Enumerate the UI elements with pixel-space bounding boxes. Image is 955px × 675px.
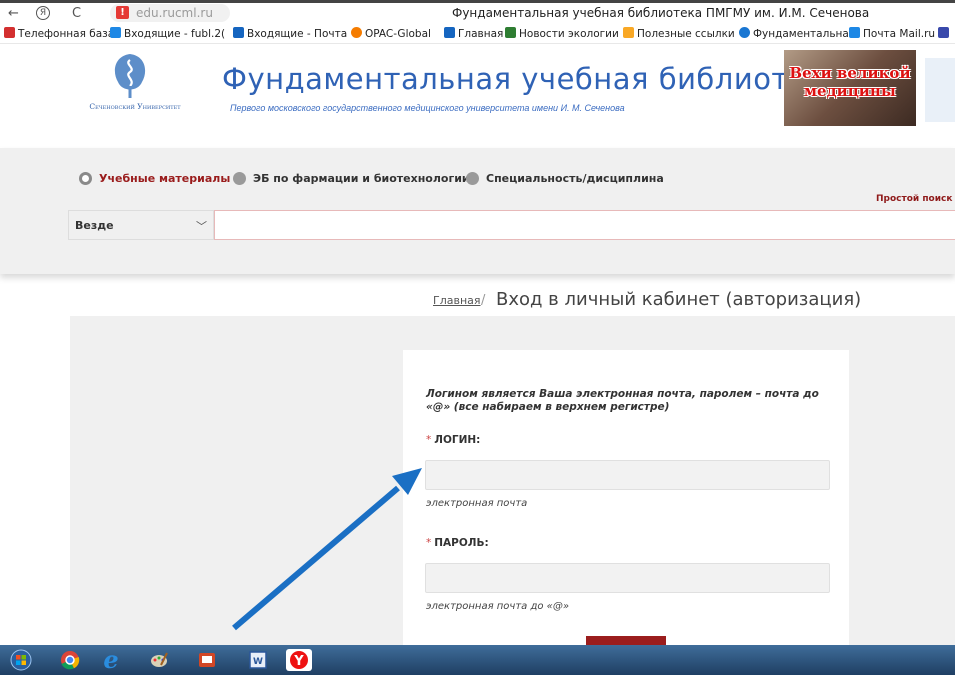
- medicine-milestones-banner[interactable]: Вехи великой медицины: [784, 50, 916, 126]
- bookmark-label: Полезные ссылки: [637, 28, 735, 40]
- bookmark-label: Телефонная база: [18, 28, 115, 40]
- radio-label-specialty[interactable]: Специальность/дисциплина: [486, 172, 664, 185]
- bookmark-item[interactable]: Новости экологии: [505, 27, 619, 40]
- yandex-icon[interactable]: Я: [36, 6, 50, 20]
- bookmark-favicon-icon: [938, 27, 949, 38]
- breadcrumb-home-link[interactable]: Главная: [433, 294, 481, 307]
- login-label: * ЛОГИН:: [426, 434, 480, 446]
- presentation-icon[interactable]: [194, 649, 220, 671]
- bookmark-favicon-icon: [444, 27, 455, 38]
- bookmark-label: Почта Mail.ru: [863, 28, 936, 40]
- browser-toolbar: ← Я C ! edu.rucml.ru Фундаментальная уче…: [0, 0, 955, 24]
- bookmark-label: Новости экологии: [519, 28, 619, 40]
- password-label: * ПАРОЛЬ:: [426, 537, 489, 549]
- windows-start-icon[interactable]: [8, 649, 34, 671]
- bookmark-label: OPAC-Global: [365, 28, 431, 40]
- radio-study-materials[interactable]: [79, 172, 92, 185]
- bookmark-item[interactable]: Почта Mail.ru: [849, 27, 935, 40]
- bookmark-favicon-icon: [233, 27, 244, 38]
- search-scope-select[interactable]: Везде ﹀: [68, 210, 214, 240]
- window-top-border: [0, 0, 955, 3]
- bookmark-favicon-icon: [739, 27, 750, 38]
- banner-line-1: Вехи великой: [789, 64, 911, 82]
- bookmark-item[interactable]: Входящие - fubl.2(: [110, 27, 225, 40]
- site-title: Фундаментальная учебная библиотека: [222, 62, 844, 96]
- internet-explorer-icon[interactable]: e: [98, 648, 124, 672]
- radio-pharmacy-ebs[interactable]: [233, 172, 246, 185]
- word-icon[interactable]: W: [245, 649, 271, 671]
- required-marker: *: [426, 537, 432, 549]
- password-label-text: ПАРОЛЬ:: [434, 537, 489, 549]
- university-logo-text: Сеченовский Университет: [89, 102, 181, 111]
- svg-text:Y: Y: [293, 654, 304, 669]
- windows-taskbar: [0, 645, 955, 675]
- paint-icon[interactable]: [146, 649, 172, 671]
- password-hint: электронная почта до «@»: [426, 601, 570, 612]
- breadcrumb-separator: /: [481, 293, 486, 308]
- login-hint: электронная почта: [426, 498, 528, 509]
- bookmark-favicon-icon: [4, 27, 15, 38]
- not-secure-warning-icon[interactable]: !: [116, 6, 129, 19]
- bookmark-favicon-icon: [505, 27, 516, 38]
- bookmark-item[interactable]: Входящие - Почта: [233, 27, 347, 40]
- search-scope-value: Везде: [75, 219, 114, 232]
- bookmark-overflow-icon[interactable]: [938, 27, 952, 40]
- login-label-text: ЛОГИН:: [434, 434, 481, 446]
- radio-label-pharmacy-ebs[interactable]: ЭБ по фармации и биотехнологии: [253, 172, 470, 185]
- bookmark-favicon-icon: [849, 27, 860, 38]
- radio-label-study-materials[interactable]: Учебные материалы: [99, 172, 230, 185]
- yandex-browser-icon[interactable]: Y: [286, 649, 312, 671]
- simple-search-link[interactable]: Простой поиск: [876, 194, 952, 204]
- address-url: edu.rucml.ru: [136, 6, 213, 20]
- address-bar[interactable]: ! edu.rucml.ru: [110, 4, 230, 22]
- search-input[interactable]: [214, 210, 955, 240]
- banner-line-2: медицины: [804, 82, 896, 100]
- chrome-icon[interactable]: [57, 649, 83, 671]
- bookmark-item[interactable]: Полезные ссылки: [623, 27, 735, 40]
- bookmark-label: Входящие - Почта: [247, 28, 348, 40]
- bookmark-item[interactable]: Телефонная база: [4, 27, 114, 40]
- page-heading: Вход в личный кабинет (авторизация): [496, 289, 862, 310]
- login-email-input[interactable]: [425, 460, 830, 490]
- svg-text:W: W: [253, 657, 263, 667]
- bookmark-label: Фундаментальная: [753, 28, 856, 40]
- login-instructions: Логином является Ваша электронная почта,…: [426, 388, 819, 413]
- bookmark-item[interactable]: Главная: [444, 27, 503, 40]
- reload-button[interactable]: C: [72, 6, 81, 21]
- bookmark-label: Главная: [458, 28, 504, 40]
- bookmark-favicon-icon: [110, 27, 121, 38]
- bookmark-label: Входящие - fubl.2(: [124, 28, 226, 40]
- chevron-down-icon: ﹀: [196, 220, 207, 233]
- password-input[interactable]: [425, 563, 830, 593]
- university-logo-icon[interactable]: [110, 52, 150, 100]
- radio-specialty[interactable]: [466, 172, 479, 185]
- bookmark-favicon-icon: [351, 27, 362, 38]
- bookmark-item[interactable]: OPAC-Global: [351, 27, 431, 40]
- bookmark-item[interactable]: Фундаментальная: [739, 27, 855, 40]
- secondary-logo[interactable]: [925, 58, 955, 122]
- back-button[interactable]: ←: [8, 6, 19, 21]
- required-marker: *: [426, 434, 432, 446]
- bookmark-favicon-icon: [623, 27, 634, 38]
- bookmarks-bar: Телефонная база Входящие - fubl.2( Входя…: [0, 24, 955, 44]
- site-subtitle: Первого московского государственного мед…: [230, 103, 625, 113]
- page-title-tab: Фундаментальная учебная библиотека ПМГМУ…: [452, 6, 870, 20]
